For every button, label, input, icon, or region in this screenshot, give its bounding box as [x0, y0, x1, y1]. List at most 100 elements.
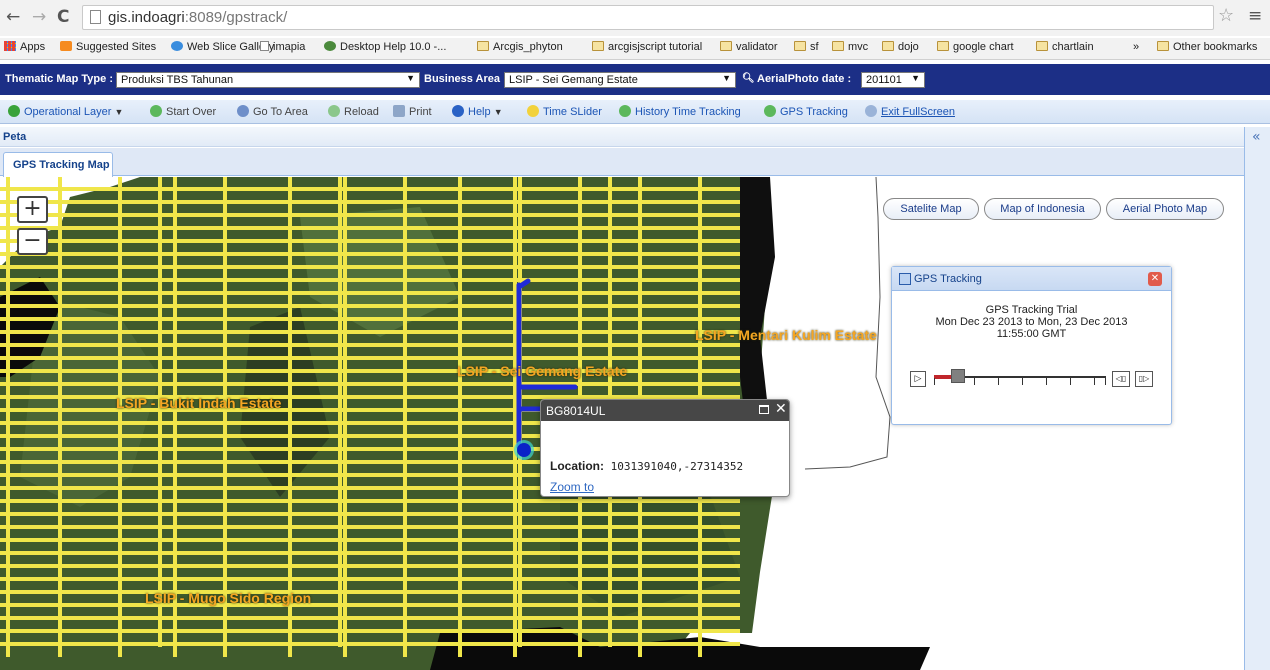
printer-icon: [393, 105, 405, 117]
slider-tick: [934, 378, 935, 385]
exit-fullscreen-icon: [865, 105, 877, 117]
tab-strip: GPS Tracking Map: [0, 148, 1244, 177]
go-to-area-button[interactable]: Go To Area: [237, 105, 308, 118]
gps-tracking-label: GPS Tracking: [780, 106, 848, 118]
business-area-value: LSIP - Sei Gemang Estate: [509, 74, 638, 86]
time-slider-button[interactable]: Time SLider: [527, 105, 602, 118]
bookmark-label: imapia: [273, 41, 306, 53]
bookmark-label: Other bookmarks: [1173, 41, 1258, 53]
bookmarks-overflow[interactable]: »: [1133, 41, 1139, 53]
bookmark-chartlain[interactable]: chartlain: [1036, 41, 1094, 53]
bookmark-validator[interactable]: validator: [720, 41, 778, 53]
bookmark-sf[interactable]: sf: [794, 41, 819, 53]
aerial-photo-date-select[interactable]: 201101 ▼: [861, 72, 925, 88]
bookmark-label: Desktop Help 10.0 -...: [340, 41, 447, 53]
step-back-button[interactable]: ◁▯: [1112, 371, 1130, 387]
reload-label: Reload: [344, 106, 379, 118]
close-icon[interactable]: ✕: [775, 401, 787, 417]
time-slider[interactable]: [934, 369, 1106, 387]
estate-label-bukit-indah: LSIP - Bukit Indah Estate: [116, 395, 282, 411]
bookmark-arcgisjscript[interactable]: arcgisjscript tutorial: [592, 41, 702, 53]
aerial-photo-date-label: AerialPhoto date :: [757, 73, 852, 85]
help-label: Help: [468, 106, 491, 118]
history-time-tracking-button[interactable]: History Time Tracking: [619, 105, 741, 118]
url-path: :8089/gpstrack/: [184, 9, 288, 26]
bookmark-suggested-sites[interactable]: Suggested Sites: [60, 41, 156, 53]
business-area-select[interactable]: LSIP - Sei Gemang Estate ▼: [504, 72, 736, 88]
bookmark-label: Apps: [20, 41, 46, 53]
help-button[interactable]: Help ▼: [452, 105, 503, 118]
address-bar[interactable]: gis.indoagri:8089/gpstrack/: [82, 5, 1214, 30]
bookmark-arcgis-phyton[interactable]: Arcgis_phyton: [477, 41, 563, 53]
menu-icon[interactable]: ≡: [1248, 6, 1262, 26]
close-icon[interactable]: ✕: [1148, 272, 1162, 286]
reload-button[interactable]: Reload: [328, 105, 379, 118]
zoom-in-button[interactable]: +: [17, 196, 48, 223]
folder-icon: [592, 41, 604, 51]
apps-icon: [4, 41, 16, 51]
bookmark-dojo[interactable]: dojo: [882, 41, 919, 53]
bookmark-label: validator: [736, 41, 778, 53]
page-icon: [90, 10, 101, 24]
bookmark-desktop-help[interactable]: Desktop Help 10.0 -...: [324, 41, 446, 53]
exit-fullscreen-link[interactable]: Exit FullScreen: [865, 105, 955, 118]
bookmark-label: arcgisjscript tutorial: [608, 41, 703, 53]
print-label: Print: [409, 106, 432, 118]
aerial-photo-map-button[interactable]: Aerial Photo Map: [1106, 198, 1224, 220]
zoom-out-button[interactable]: −: [17, 228, 48, 255]
bookmark-apps[interactable]: Apps: [4, 41, 45, 53]
maximize-icon[interactable]: [759, 405, 769, 414]
gps-tracking-subtitle: GPS Tracking Trial: [985, 304, 1078, 316]
forward-icon[interactable]: →: [32, 6, 46, 28]
collapsed-side-panel: «: [1244, 127, 1270, 670]
estate-label-mugo-sido: LSIP - Mugo Sido Region: [145, 590, 312, 606]
tab-gps-tracking-map[interactable]: GPS Tracking Map: [3, 152, 113, 177]
slider-tick: [974, 378, 975, 385]
vehicle-position-marker[interactable]: [517, 443, 531, 457]
operational-layer-button[interactable]: Operational Layer ▼: [8, 105, 123, 118]
business-area-label: Business Area :: [424, 73, 507, 85]
location-value: 1031391040,-27314352: [610, 460, 744, 473]
chevron-down-icon: ▼: [722, 73, 731, 83]
chevron-down-icon: ▼: [911, 73, 920, 83]
vehicle-info-popup: BG8014UL ✕ Location: 1031391040,-2731435…: [540, 399, 790, 497]
gps-tracking-date-range: Mon Dec 23 2013 to Mon, 23 Dec 2013: [935, 316, 1128, 328]
browser-toolbar: ← → C gis.indoagri:8089/gpstrack/ ☆ ≡: [0, 0, 1270, 36]
bookmark-label: Arcgis_phyton: [493, 41, 563, 53]
web-slice-icon: [171, 41, 183, 51]
folder-icon: [794, 41, 806, 51]
thematic-map-type-select[interactable]: Produksi TBS Tahunan ▼: [116, 72, 420, 88]
gps-window-header[interactable]: GPS Tracking ✕: [892, 267, 1171, 291]
bookmark-imapia[interactable]: imapia: [260, 41, 305, 53]
url-host: gis.indoagri: [108, 9, 185, 26]
bookmark-star-icon[interactable]: ☆: [1218, 5, 1234, 26]
help-icon: [452, 105, 464, 117]
step-forward-button[interactable]: ▯▷: [1135, 371, 1153, 387]
popup-header: BG8014UL ✕: [541, 400, 789, 421]
reload-icon[interactable]: C: [57, 6, 69, 28]
go-to-area-label: Go To Area: [253, 106, 308, 118]
aerial-photo-date-value: 201101: [866, 74, 902, 86]
bookmark-other-bookmarks[interactable]: Other bookmarks: [1157, 41, 1257, 53]
slider-tick: [1046, 378, 1047, 385]
page-icon: [260, 41, 269, 51]
map-view[interactable]: + − Satelite Map Map of Indonesia Aerial…: [0, 177, 1244, 670]
map-of-indonesia-button[interactable]: Map of Indonesia: [984, 198, 1101, 220]
bookmark-web-slice-gallery[interactable]: Web Slice Gallery: [171, 41, 274, 53]
bookmark-mvc[interactable]: mvc: [832, 41, 868, 53]
slider-thumb[interactable]: [951, 369, 965, 383]
play-button[interactable]: ▷: [910, 371, 926, 387]
zoom-to-link[interactable]: Zoom to: [550, 480, 594, 494]
refresh-icon: [328, 105, 340, 117]
chevron-down-icon: ▼: [114, 107, 124, 117]
start-over-button[interactable]: Start Over: [150, 105, 216, 118]
satelite-map-button[interactable]: Satelite Map: [883, 198, 979, 220]
layers-icon: [8, 105, 20, 117]
back-icon[interactable]: ←: [6, 6, 20, 28]
print-button[interactable]: Print: [393, 105, 432, 118]
bookmark-label: Suggested Sites: [76, 41, 157, 53]
popup-title: BG8014UL: [546, 404, 606, 418]
expand-panel-icon[interactable]: «: [1252, 129, 1261, 145]
gps-tracking-button[interactable]: GPS Tracking: [764, 105, 848, 118]
bookmark-google-chart[interactable]: google chart: [937, 41, 1014, 53]
